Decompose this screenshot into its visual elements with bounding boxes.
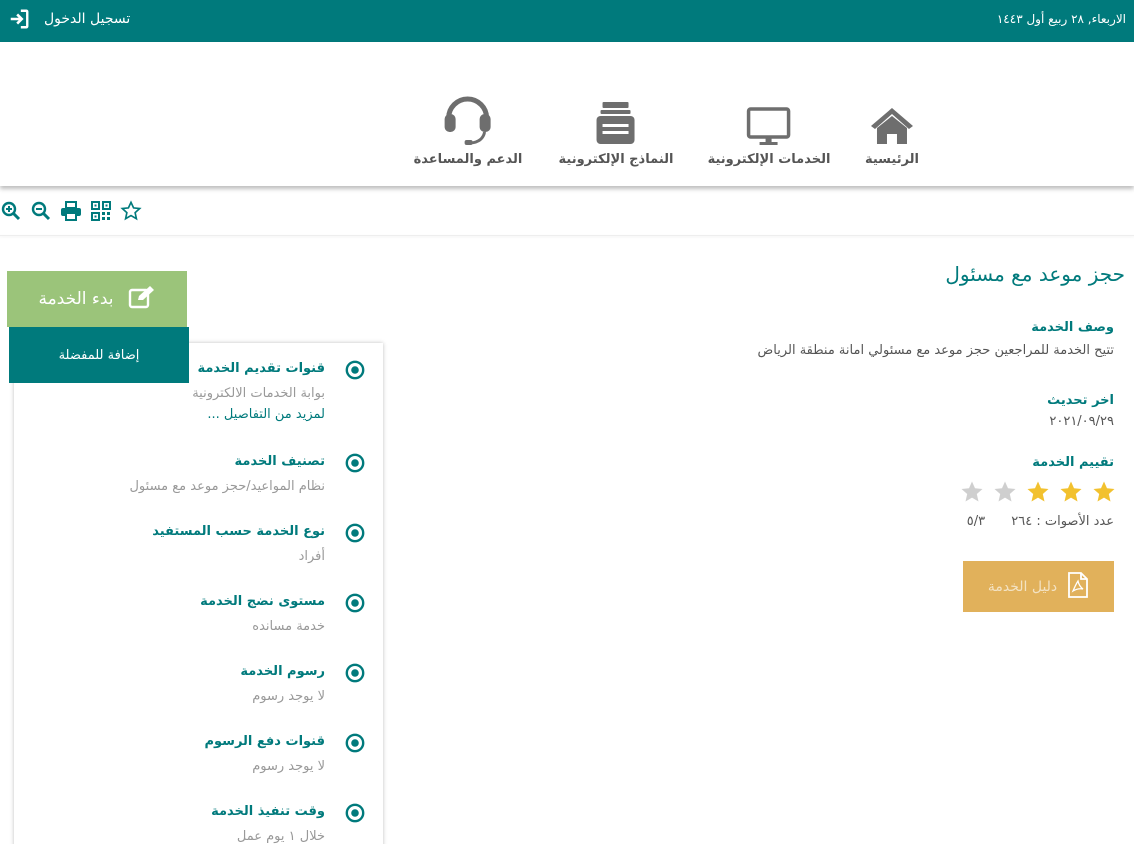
star-filled-icon[interactable] [1092,480,1116,504]
detail-label: قنوات دفع الرسوم [204,734,326,749]
monitor-icon [708,96,831,146]
service-rating-block: تقييم الخدمة [514,455,1114,470]
login-label: تسجيل الدخول [44,11,131,27]
detail-value: خلال ١ يوم عمل [236,829,325,844]
detail-label: تصنيف الخدمة [234,454,325,469]
detail-item: نوع الخدمة حسب المستفيد أفراد [22,523,365,564]
detail-label: وقت تنفيذ الخدمة [211,804,325,819]
home-icon [865,96,919,146]
nav-item-support[interactable]: الدعم والمساعدة [413,96,523,167]
target-icon [345,523,365,547]
updated-value: ٢٠٢١/٠٩/٢٩ [1049,414,1114,429]
star-filled-icon[interactable] [1026,480,1050,504]
detail-value: بوابة الخدمات الالكترونية [192,386,325,401]
detail-item: وقت تنفيذ الخدمة خلال ١ يوم عمل [22,803,365,844]
star-empty-icon[interactable] [960,480,984,504]
updated-label: اخر تحديث [1047,393,1114,408]
nav-label-home: الرئيسية [864,152,920,167]
nav-item-e-services[interactable]: الخدمات الإلكترونية [707,96,831,167]
star-outline-icon[interactable] [120,200,142,222]
service-guide-label: دليل الخدمة [987,578,1058,595]
zoom-out-icon[interactable] [30,200,52,222]
service-updated: اخر تحديث ٢٠٢١/٠٩/٢٩ [514,393,1114,429]
star-empty-icon[interactable] [993,480,1017,504]
nav-label-support: الدعم والمساعدة [413,152,523,167]
target-icon [345,663,365,687]
service-description: وصف الخدمة تتيح الخدمة للمراجعين حجز موع… [514,320,1114,358]
sign-in-icon [8,8,30,30]
detail-value: أفراد [298,549,325,564]
detail-item: مستوى نضج الخدمة خدمة مسانده [22,593,365,634]
login-link[interactable]: تسجيل الدخول [8,8,130,30]
current-date: الاربعاء, ٢٨ ربيع أول ١٤٤٣ [996,12,1126,26]
start-service-label: بدء الخدمة [38,289,114,309]
detail-item: قنوات دفع الرسوم لا يوجد رسوم [22,733,365,774]
pdf-icon [1067,571,1089,602]
more-details-link[interactable]: لمزيد من التفاصيل ... [22,407,325,422]
votes-count: عدد الأصوات : ٢٦٤ [1011,514,1114,529]
detail-item: رسوم الخدمة لا يوجد رسوم [22,663,365,704]
zoom-in-icon[interactable] [0,200,22,222]
nav-label-e-forms: النماذج الإلكترونية [558,152,674,167]
top-bar: الاربعاء, ٢٨ ربيع أول ١٤٤٣ تسجيل الدخول [0,0,1134,42]
detail-label: رسوم الخدمة [240,664,325,679]
detail-value: لا يوجد رسوم [252,689,325,704]
rating-score: ٥/٣ [966,514,986,529]
headset-icon [414,96,523,146]
service-guide-button[interactable]: دليل الخدمة [963,561,1114,612]
nav-label-e-services: الخدمات الإلكترونية [707,152,831,167]
target-icon [345,453,365,477]
page-tools [0,200,142,222]
tools-divider [0,235,1134,236]
detail-label: نوع الخدمة حسب المستفيد [152,524,325,539]
nav-item-home[interactable]: الرئيسية [865,96,919,167]
rating-stars[interactable] [960,480,1116,504]
forms-icon [559,96,674,146]
detail-item: تصنيف الخدمة نظام المواعيد/حجز موعد مع م… [22,453,365,494]
detail-label: مستوى نضج الخدمة [200,594,325,609]
description-value: تتيح الخدمة للمراجعين حجز موعد مع مسئولي… [757,343,1114,358]
edit-icon [128,285,156,314]
print-icon[interactable] [60,200,82,222]
qr-code-icon[interactable] [90,200,112,222]
nav-item-e-forms[interactable]: النماذج الإلكترونية [558,96,674,167]
main-nav: الرئيسية الخدمات الإلكترونية النماذج الإ… [0,42,1134,186]
detail-value: لا يوجد رسوم [252,759,325,774]
target-icon [345,803,365,827]
target-icon [345,360,365,384]
target-icon [345,593,365,617]
page-title: حجز موعد مع مسئول [945,262,1125,286]
start-service-button[interactable]: بدء الخدمة [7,271,187,327]
detail-value: نظام المواعيد/حجز موعد مع مسئول [129,479,325,494]
add-to-favorites-button[interactable]: إضافة للمفضلة [9,327,189,383]
rating-label: تقييم الخدمة [1032,455,1114,470]
service-details-panel: قنوات تقديم الخدمة بوابة الخدمات الالكتر… [14,343,383,844]
description-label: وصف الخدمة [1031,320,1114,335]
target-icon [345,733,365,757]
star-filled-icon[interactable] [1059,480,1083,504]
votes-line: عدد الأصوات : ٢٦٤ ٥/٣ [967,514,1114,529]
detail-value: خدمة مسانده [252,619,325,634]
